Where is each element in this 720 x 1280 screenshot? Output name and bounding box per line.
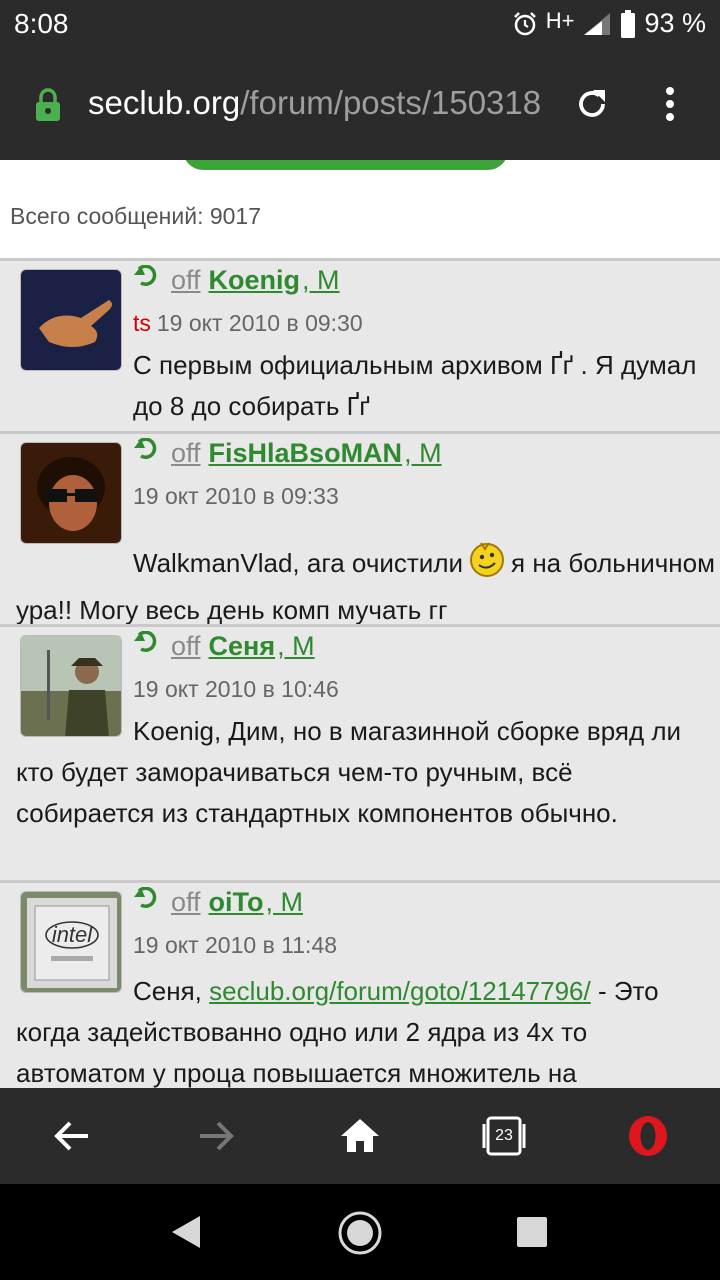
opera-icon[interactable] [626,1114,670,1163]
back-icon[interactable] [52,1114,92,1163]
online-status[interactable]: off [171,438,201,469]
browser-toolbar: seclub.org/forum/posts/150318 [0,52,720,160]
username[interactable]: oiTo [209,887,264,918]
green-button[interactable] [183,160,508,170]
post-item: off Koenig , М ts 19 окт 2010 в 09:30 С п… [0,258,720,431]
reply-icon[interactable] [133,630,161,662]
post-text-part: Koenig, Дим, но в магазинной сборке вряд… [16,716,682,828]
tabs-count: 23 [495,1127,513,1144]
post-header: off FisHlaBsoMAN , М [133,437,442,469]
online-status[interactable]: off [171,631,201,662]
post-text-part: Сеня, [133,976,202,1006]
status-bar: 8:08 H+ 93 % [0,0,720,52]
forward-icon[interactable] [196,1114,236,1163]
lock-icon[interactable] [34,88,62,127]
post-text-part: WalkmanVlad, ага очистили [133,548,464,578]
post-date-text: 19 окт 2010 в 09:30 [156,310,363,336]
battery-percent: 93 % [644,8,706,38]
reply-icon[interactable] [133,886,161,918]
menu-icon[interactable] [664,86,676,127]
gender: , М [404,438,442,468]
url-path: /forum/posts/150318 [240,84,542,121]
post-header: off Koenig , М [133,264,340,296]
post-date: 19 окт 2010 в 10:46 [133,676,339,702]
status-icons: H+ 93 % [512,8,706,39]
address-bar[interactable]: seclub.org/forum/posts/150318 [88,84,544,122]
post-item: off FisHlaBsoMAN , М 19 окт 2010 в 09:33… [0,431,720,625]
username[interactable]: Koenig [209,265,301,296]
nav-recents-icon[interactable] [516,1216,548,1253]
post-header: off Сеня , М [133,630,315,662]
username[interactable]: FisHlaBsoMAN [209,438,403,469]
post-link[interactable]: seclub.org/forum/goto/12147796/ [209,976,591,1006]
post-header: off oiTo , М [133,886,304,918]
avatar[interactable] [20,442,122,544]
gender: , М [277,631,315,661]
reply-icon[interactable] [133,264,161,296]
home-icon[interactable] [338,1114,382,1163]
post-text: С первым официальным архивом Ґґ . Я дума… [133,350,697,421]
post-item: intel off oiTo , М 19 окт 2010 в 11:48 С… [0,880,720,1088]
post-date: 19 окт 2010 в 09:33 [133,483,339,509]
url-domain: seclub.org [88,84,241,121]
post-text: Сеня, seclub.org/forum/goto/12147796/ - … [16,971,716,1088]
battery-icon [620,9,636,38]
browser-bottom-toolbar: 23 [0,1088,720,1184]
smiley-icon [467,540,507,590]
network-type: H+ [545,7,575,33]
total-messages: Всего сообщений: 9017 [10,203,262,229]
avatar[interactable] [20,269,122,371]
status-time: 8:08 [14,8,69,39]
post-date: 19 окт 2010 в 11:48 [133,932,338,958]
svg-text:intel: intel [52,922,93,947]
post-text: Koenig, Дим, но в магазинной сборке вряд… [16,711,716,834]
gender: , М [302,265,340,295]
android-nav-bar [0,1184,720,1280]
nav-home-icon[interactable] [337,1210,383,1261]
reply-icon[interactable] [133,437,161,469]
post-item: off Сеня , М 19 окт 2010 в 10:46 Koenig,… [0,624,720,880]
username[interactable]: Сеня [209,631,276,662]
post-text: WalkmanVlad, ага очистили я на больничном… [16,540,716,631]
post-date: ts 19 окт 2010 в 09:30 [133,310,363,337]
tabs-icon[interactable]: 23 [480,1114,528,1163]
online-status[interactable]: off [171,265,201,296]
forum-content[interactable]: Всего сообщений: 9017 off Koenig , М ts 1… [0,160,720,1088]
online-status[interactable]: off [171,887,201,918]
reload-icon[interactable] [574,86,610,127]
ts-badge: ts [133,310,151,336]
signal-icon [582,11,612,37]
nav-back-icon[interactable] [168,1212,204,1257]
alarm-icon [512,11,538,37]
gender: , М [265,887,304,917]
